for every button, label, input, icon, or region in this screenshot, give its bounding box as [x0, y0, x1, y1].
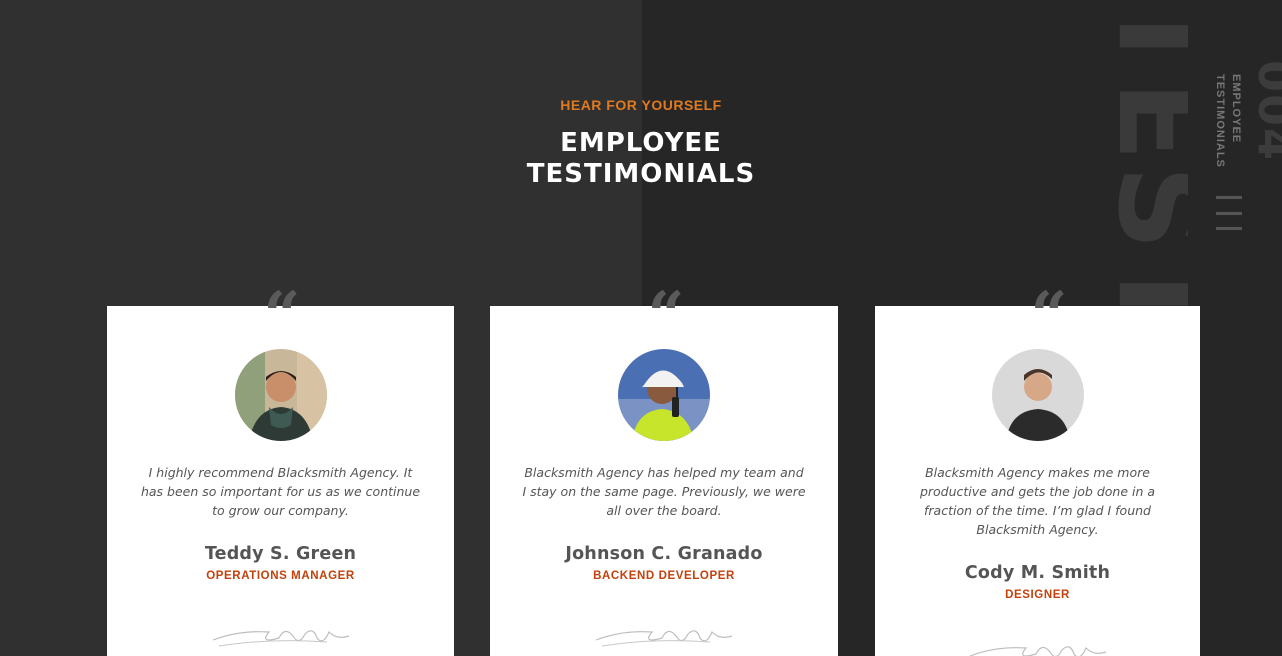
testimonial-name: Johnson C. Granado: [565, 544, 763, 564]
testimonial-role: DESIGNER: [1005, 589, 1070, 601]
side-bars-decoration: [1216, 196, 1242, 230]
title-line-1: EMPLOYEE: [560, 128, 722, 158]
testimonial-name: Cody M. Smith: [964, 563, 1111, 583]
signature-image: [595, 630, 733, 647]
quote-icon: “: [263, 278, 301, 353]
avatar: [234, 349, 327, 441]
testimonial-card: Blacksmith Agency has helped my team and…: [490, 306, 838, 656]
testimonial-card: I highly recommend Blacksmith Agency. It…: [107, 306, 454, 656]
testimonial-text: I highly recommend Blacksmith Agency. It…: [140, 465, 421, 518]
signature-image: [969, 646, 1106, 656]
testimonial-text: Blacksmith Agency has helped my team and…: [522, 465, 806, 518]
avatar-image: [991, 349, 1084, 441]
quote-icon: “: [1030, 278, 1068, 353]
testimonial-role: BACKEND DEVELOPER: [593, 570, 735, 582]
testimonial-card: Blacksmith Agency makes me more producti…: [875, 306, 1200, 656]
avatar: [991, 349, 1084, 441]
testimonial-role: OPERATIONS MANAGER: [206, 570, 355, 582]
title-line-2: TESTIMONIALS: [526, 159, 756, 189]
avatar-image: [618, 349, 710, 441]
avatar: [618, 349, 710, 441]
avatar-image: [234, 349, 327, 441]
signature-image: [212, 630, 349, 647]
section-title: EMPLOYEE TESTIMONIALS: [0, 128, 1282, 190]
quote-icon: “: [647, 278, 685, 353]
section-eyebrow: HEAR FOR YOURSELF: [560, 97, 722, 113]
testimonial-name: Teddy S. Green: [204, 544, 357, 564]
testimonial-text: Blacksmith Agency makes me more producti…: [919, 465, 1156, 537]
